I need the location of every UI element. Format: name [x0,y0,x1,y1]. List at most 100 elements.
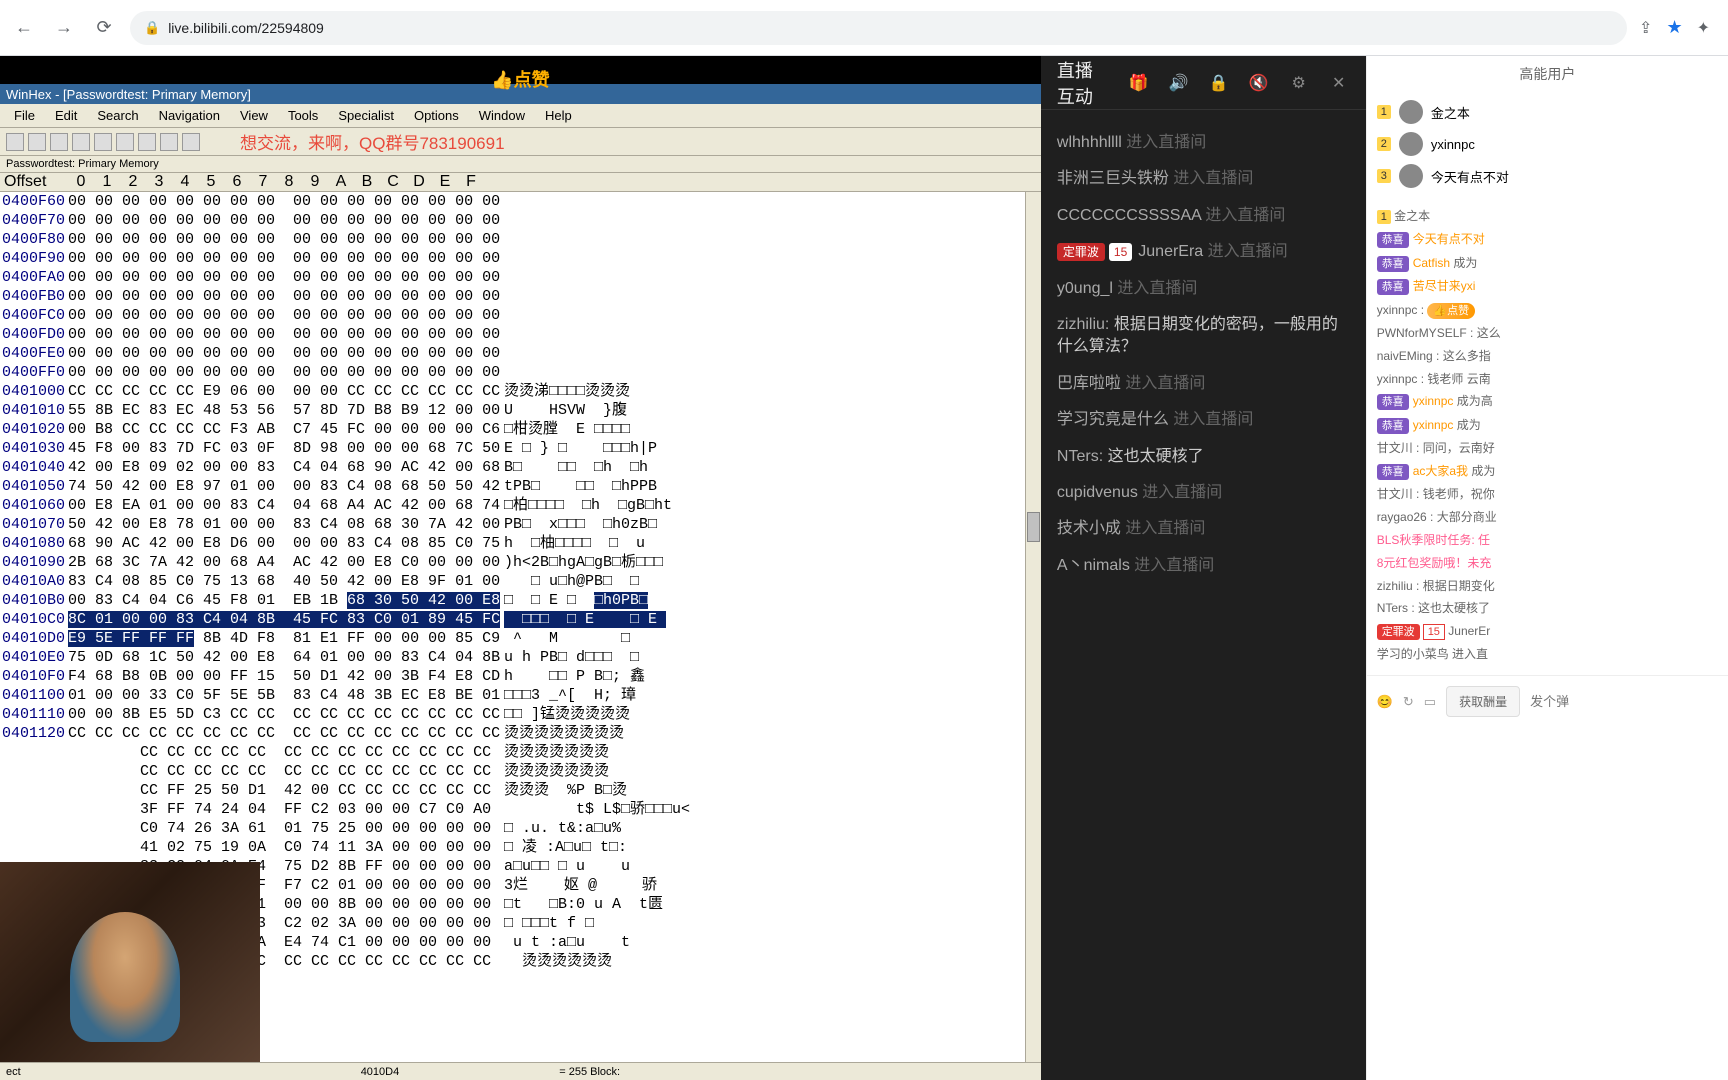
status-offset: 4010D4 [361,1066,400,1078]
hex-row[interactable]: 0400F8000 00 00 00 00 00 00 00 00 00 00 … [0,230,648,249]
menu-specialist[interactable]: Specialist [328,106,404,125]
menu-options[interactable]: Options [404,106,469,125]
volume-icon[interactable]: 🔊 [1168,72,1190,94]
emoji-icon[interactable]: 😊 [1377,694,1393,710]
live-chat-panel: 直播互动 🎁 🔊 🔒 🔇 ⚙ ✕ wlhhhhllll 进入直播间非洲三巨头铁粉… [1041,56,1366,1080]
hex-row[interactable]: CC FF 25 50 D1 42 00 CC CC CC CC CC CC烫烫… [0,781,648,800]
top-user-item[interactable]: 3今天有点不对 [1377,160,1718,192]
hex-row[interactable]: 0400FB000 00 00 00 00 00 00 00 00 00 00 … [0,287,648,306]
address-bar[interactable]: 🔒 live.bilibili.com/22594809 [130,11,1627,45]
toolbar-button[interactable] [116,133,134,151]
hex-col-header: D [406,173,432,191]
winhex-document-tab[interactable]: Passwordtest: Primary Memory [0,156,1041,173]
hex-row[interactable]: 040104042 00 E8 09 02 00 00 83 C4 04 68 … [0,458,648,477]
card-icon[interactable]: ▭ [1424,694,1436,710]
hex-row[interactable]: 04010A083 C4 08 85 C0 75 13 68 40 50 42 … [0,572,648,591]
hex-row[interactable]: 040111000 00 8B E5 5D C3 CC CC CC CC CC … [0,705,648,724]
menu-navigation[interactable]: Navigation [149,106,230,125]
winhex-menubar: File Edit Search Navigation View Tools S… [0,104,1041,128]
hex-row[interactable]: 040108068 90 AC 42 00 E8 D6 00 00 00 83 … [0,534,648,553]
feed-item: yxinnpc : 钱老师 云南 [1377,371,1718,388]
share-icon[interactable]: ⇪ [1639,18,1652,38]
hex-row[interactable]: 0400FA000 00 00 00 00 00 00 00 00 00 00 … [0,268,648,287]
forward-button[interactable]: → [50,14,78,42]
hex-row[interactable]: 040110001 00 00 33 C0 5F 5E 5B 83 C4 48 … [0,686,648,705]
feed-item: 恭喜苦尽甘来yxi [1377,278,1718,295]
toolbar-button[interactable] [6,133,24,151]
toolbar-button[interactable] [138,133,156,151]
toolbar-button[interactable] [160,133,178,151]
hex-row[interactable]: 04010D0E9 5E FF FF FF 8B 4D F8 81 E1 FF … [0,629,648,648]
menu-view[interactable]: View [230,106,278,125]
hex-row[interactable]: 04010B000 83 C4 04 C6 45 F8 01 EB 1B 68 … [0,591,648,610]
toolbar-button[interactable] [94,133,112,151]
hex-row[interactable]: 0401000CC CC CC CC CC E9 06 00 00 00 CC … [0,382,648,401]
hex-row[interactable]: 0400FF000 00 00 00 00 00 00 00 00 00 00 … [0,363,648,382]
hex-row[interactable]: 0400F7000 00 00 00 00 00 00 00 00 00 00 … [0,211,648,230]
toolbar-button[interactable] [182,133,200,151]
webcam-overlay [0,862,260,1062]
close-chat-icon[interactable]: ✕ [1328,72,1350,94]
extensions-icon[interactable]: ✦ [1697,18,1710,38]
menu-file[interactable]: File [4,106,45,125]
hex-row[interactable]: 040106000 E8 EA 01 00 00 83 C4 04 68 A4 … [0,496,648,515]
sidebar-input-area: 😊 ↻ ▭ 获取酬量 [1367,675,1728,727]
hex-row[interactable]: 04010902B 68 3C 7A 42 00 68 A4 AC 42 00 … [0,553,648,572]
hex-col-header: 6 [224,173,250,191]
hex-row[interactable]: 3F FF 74 24 04 FF C2 03 00 00 C7 C0 A0 t… [0,800,648,819]
hex-row[interactable]: C0 74 26 3A 61 01 75 25 00 00 00 00 00□ … [0,819,648,838]
feed-item: 恭喜ac大家a我 成为 [1377,463,1718,480]
bookmark-star-icon[interactable]: ★ [1666,17,1682,38]
reload-button[interactable]: ⟳ [90,14,118,42]
toolbar-button[interactable] [28,133,46,151]
scrollbar-thumb[interactable] [1027,512,1040,542]
chat-message: CCCCCCCSSSSAA 进入直播间 [1057,205,1350,227]
sidebar-feed[interactable]: 1 金之本 恭喜今天有点不对恭喜Catfish 成为恭喜苦尽甘来yxiyxinn… [1367,196,1728,675]
chat-message: cupidvenus 进入直播间 [1057,482,1350,504]
chat-message-list[interactable]: wlhhhhllll 进入直播间非洲三巨头铁粉 进入直播间CCCCCCCSSSS… [1041,110,1366,1080]
hex-row[interactable]: 0400FC000 00 00 00 00 00 00 00 00 00 00 … [0,306,648,325]
vertical-scrollbar[interactable] [1025,192,1041,1062]
hex-row[interactable]: 0400FD000 00 00 00 00 00 00 00 00 00 00 … [0,325,648,344]
menu-edit[interactable]: Edit [45,106,87,125]
feed-item: 恭喜yxinnpc 成为高 [1377,393,1718,410]
hex-row[interactable]: 040105074 50 42 00 E8 97 01 00 00 83 C4 … [0,477,648,496]
menu-window[interactable]: Window [469,106,535,125]
hex-row[interactable]: 0401120CC CC CC CC CC CC CC CC CC CC CC … [0,724,648,743]
hex-row[interactable]: CC CC CC CC CC CC CC CC CC CC CC CC CC烫烫… [0,762,648,781]
hex-row[interactable]: CC CC CC CC CC CC CC CC CC CC CC CC CC烫烫… [0,743,648,762]
hex-row[interactable]: 040102000 B8 CC CC CC CC F3 AB C7 45 FC … [0,420,648,439]
hex-row[interactable]: 040107050 42 00 E8 78 01 00 00 83 C4 08 … [0,515,648,534]
hex-col-header: 7 [250,173,276,191]
top-user-item[interactable]: 1金之本 [1377,96,1718,128]
toolbar-button[interactable] [50,133,68,151]
hex-col-header: F [458,173,484,191]
refresh-icon[interactable]: ↻ [1403,694,1414,710]
lock-chat-icon[interactable]: 🔒 [1208,72,1230,94]
hex-row[interactable]: 040103045 F8 00 83 7D FC 03 0F 8D 98 00 … [0,439,648,458]
top-user-item[interactable]: 2yxinnpc [1377,128,1718,160]
menu-tools[interactable]: Tools [278,106,328,125]
chat-message: 学习究竟是什么 进入直播间 [1057,409,1350,431]
chat-message: wlhhhhllll 进入直播间 [1057,132,1350,154]
toolbar-button[interactable] [72,133,90,151]
hex-row[interactable]: 04010C08C 01 00 00 83 C4 04 8B 45 FC 83 … [0,610,648,629]
chat-header: 直播互动 🎁 🔊 🔒 🔇 ⚙ ✕ [1041,56,1366,110]
hex-row[interactable]: 0400F6000 00 00 00 00 00 00 00 00 00 00 … [0,192,648,211]
video-stream-area: 👍点赞 WinHex - [Passwordtest: Primary Memo… [0,56,1041,1080]
menu-help[interactable]: Help [535,106,582,125]
hex-row[interactable]: 04010F0F4 68 B8 0B 00 00 FF 15 50 D1 42 … [0,667,648,686]
hex-row[interactable]: 0400F9000 00 00 00 00 00 00 00 00 00 00 … [0,249,648,268]
settings-icon[interactable]: ⚙ [1288,72,1310,94]
hex-row[interactable]: 04010E075 0D 68 1C 50 42 00 E8 64 01 00 … [0,648,648,667]
mute-icon[interactable]: 🔇 [1248,72,1270,94]
hex-row[interactable]: 040101055 8B EC 83 EC 48 53 56 57 8D 7D … [0,401,648,420]
gift-icon[interactable]: 🎁 [1128,72,1150,94]
hex-row[interactable]: 41 02 75 19 0A C0 74 11 3A 00 00 00 00□ … [0,838,648,857]
danmaku-input[interactable] [1530,694,1718,709]
menu-search[interactable]: Search [87,106,148,125]
hex-row[interactable]: 0400FE000 00 00 00 00 00 00 00 00 00 00 … [0,344,648,363]
hex-header-row: Offset 0123456789ABCDEF [0,173,1041,192]
reward-button[interactable]: 获取酬量 [1446,686,1520,717]
back-button[interactable]: ← [10,14,38,42]
